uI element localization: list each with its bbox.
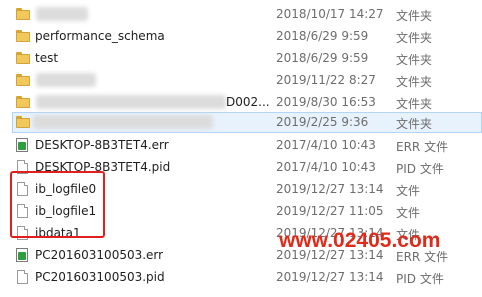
file-type: 文件夹 [396,9,433,23]
folder-icon [16,115,30,129]
file-name: performance_schema [35,29,165,43]
folder-icon [16,95,30,109]
file-name: PC201603100503.pid [35,270,165,284]
modified-date: 2017/4/10 10:43 [276,160,376,174]
file-type: 文件夹 [396,117,433,131]
list-item[interactable]: performance_schema 2018/6/29 9:59 文件夹 [0,26,482,47]
redacted-name [36,73,96,87]
highlight-box [10,171,105,238]
file-type: 文件夹 [396,97,433,111]
modified-date: 2017/4/10 10:43 [276,138,376,152]
file-icon [16,270,30,284]
file-type: ERR 文件 [396,140,449,154]
file-type: 文件夹 [396,53,433,67]
list-item[interactable]: 2018/10/17 14:27 文件夹 [0,4,482,25]
list-item-selected[interactable]: 2019/2/25 9:36 文件夹 [12,112,482,133]
list-item[interactable]: DESKTOP-8B3TET4.err 2017/4/10 10:43 ERR … [0,135,482,156]
list-item[interactable]: test 2018/6/29 9:59 文件夹 [0,48,482,69]
redacted-name [36,7,88,21]
file-type: PID 文件 [396,272,444,286]
folder-icon [16,29,30,43]
err-file-icon [16,138,30,152]
modified-date: 2018/6/29 9:59 [276,51,369,65]
folder-icon [16,7,30,21]
modified-date: 2018/6/29 9:59 [276,29,369,43]
file-type: 文件夹 [396,75,433,89]
modified-date: 2019/11/22 8:27 [276,73,376,87]
modified-date: 2019/12/27 11:05 [276,204,384,218]
list-item[interactable]: D002... 2019/8/30 16:53 文件夹 [0,92,482,113]
watermark: www.02405.com [279,229,441,252]
modified-date: 2018/10/17 14:27 [276,7,384,21]
modified-date: 2019/12/27 13:14 [276,270,384,284]
redacted-name [36,95,226,109]
list-item[interactable]: PC201603100503.pid 2019/12/27 13:14 PID … [0,267,482,288]
modified-date: 2019/12/27 13:14 [276,182,384,196]
err-file-icon [16,248,30,262]
file-name: test [35,51,59,65]
folder-icon [16,51,30,65]
modified-date: 2019/8/30 16:53 [276,95,376,109]
file-type: 文件夹 [396,31,433,45]
file-name: DESKTOP-8B3TET4.err [35,138,169,152]
folder-icon [16,73,30,87]
list-item[interactable]: 2019/11/22 8:27 文件夹 [0,70,482,91]
file-type: PID 文件 [396,162,444,176]
file-type: 文件 [396,184,421,198]
file-name: D002... [226,95,270,109]
file-type: 文件 [396,206,421,220]
file-name: PC201603100503.err [35,248,164,262]
modified-date: 2019/2/25 9:36 [276,115,369,129]
redacted-name [33,115,213,129]
